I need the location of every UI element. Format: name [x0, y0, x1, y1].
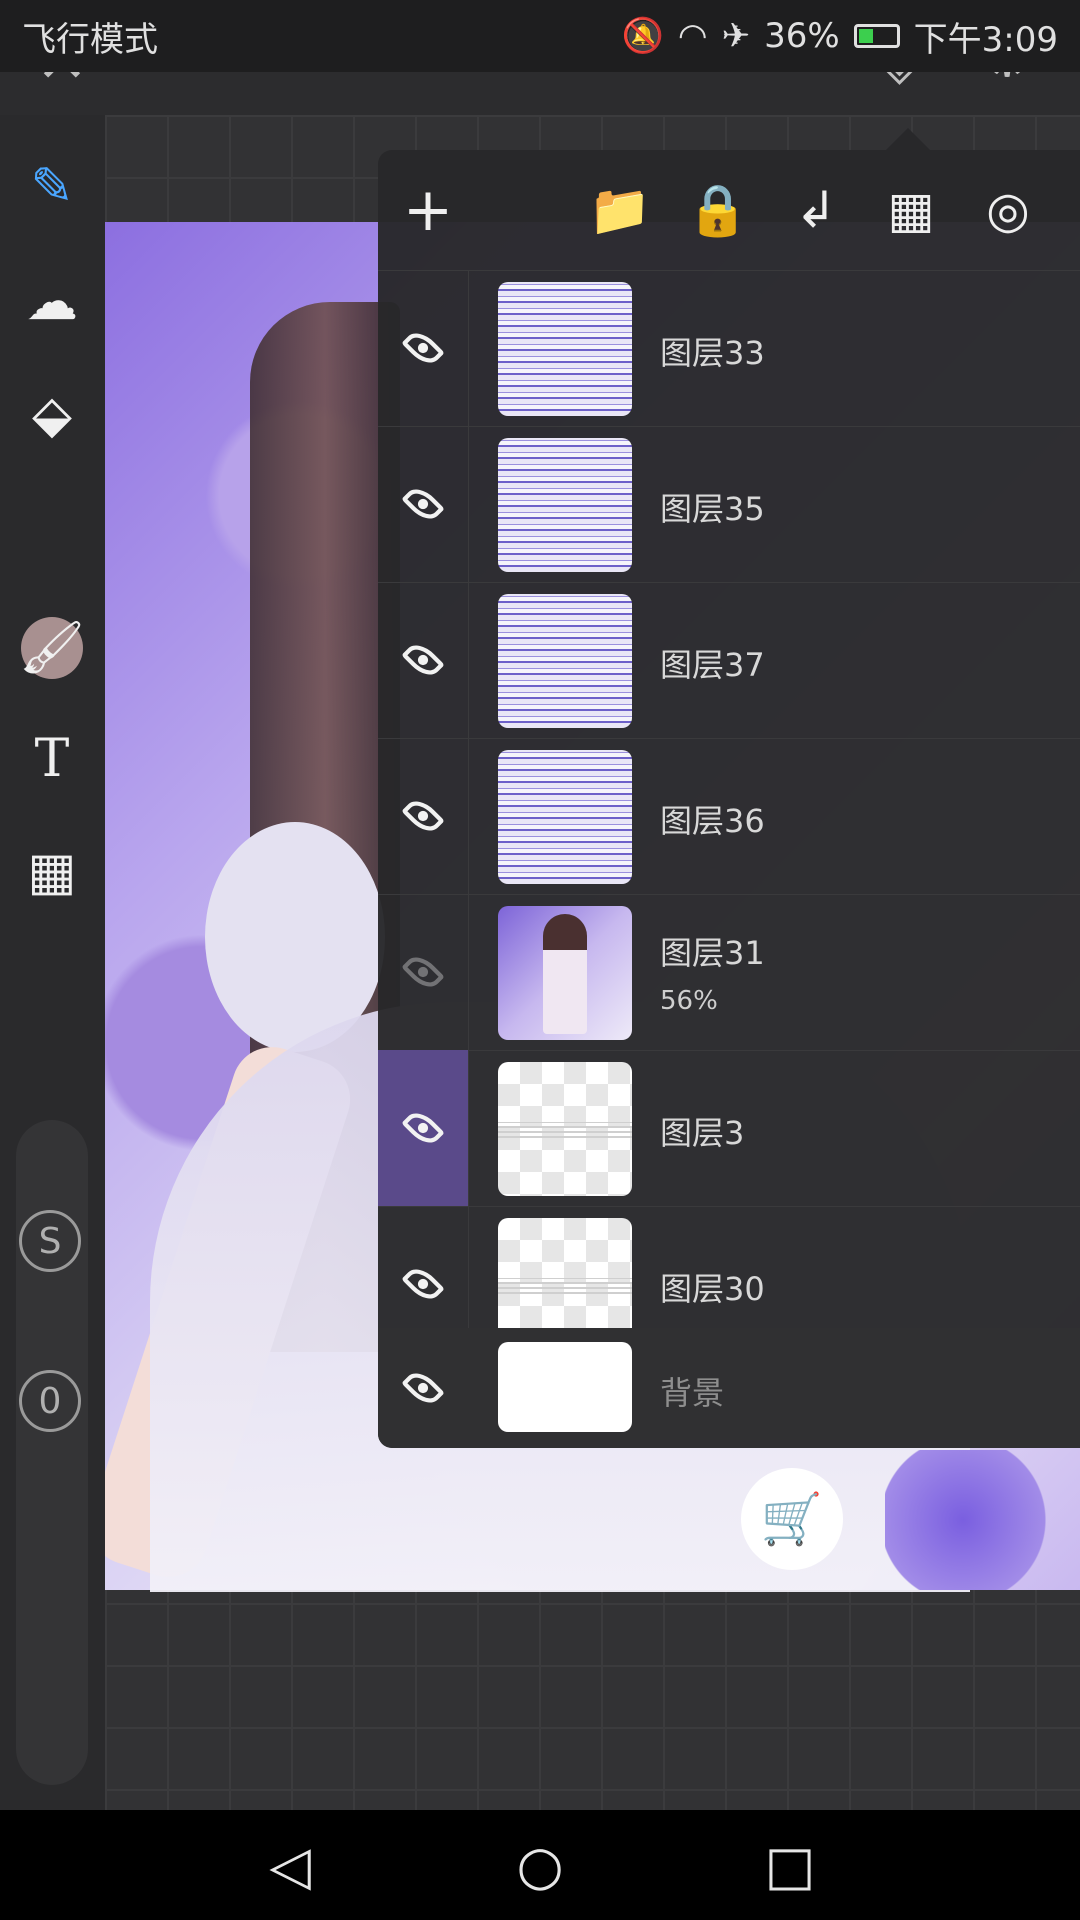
layer-name: 图层35: [660, 490, 765, 528]
layer-thumbnail: [498, 594, 632, 728]
layer-thumbnail: [498, 282, 632, 416]
layer-name: 图层36: [660, 802, 765, 840]
grid-icon[interactable]: ▦: [20, 840, 84, 904]
pen-icon[interactable]: ✎: [20, 155, 84, 219]
layer-name: 图层33: [660, 334, 765, 372]
layer-row[interactable]: 图层33: [378, 270, 1080, 427]
layers-toolbar: + 📁 🔒 ↲ ▦ ◎: [378, 150, 1080, 271]
layer-row[interactable]: 图层3: [378, 1050, 1080, 1207]
folder-icon[interactable]: 📁: [589, 180, 651, 240]
background-layer-row[interactable]: 背景: [378, 1328, 1080, 1448]
battery-icon: [853, 24, 900, 48]
brush-icon[interactable]: 🖌: [19, 615, 85, 679]
lock-icon[interactable]: 🔒: [687, 180, 749, 240]
layer-row[interactable]: 图层31 56%: [378, 894, 1080, 1051]
status-icons: 🔕 ◠ ✈ 36% 下午3:09: [622, 12, 1058, 61]
add-layer-button[interactable]: +: [398, 175, 458, 245]
layer-row[interactable]: 图层37: [378, 582, 1080, 739]
clock: 下午3:09: [913, 19, 1058, 60]
airplane-mode-label: 飞行模式: [22, 19, 158, 60]
visibility-toggle[interactable]: [378, 270, 469, 426]
visibility-toggle[interactable]: [378, 582, 469, 738]
layer-thumbnail: [498, 1062, 632, 1196]
eye-icon: [401, 1106, 445, 1150]
eye-icon: [401, 326, 445, 370]
layer-name: 图层30: [660, 1270, 765, 1308]
visibility-toggle[interactable]: [378, 894, 469, 1050]
layers-panel-pointer: [886, 128, 930, 150]
size-badge[interactable]: S: [19, 1210, 81, 1272]
home-icon[interactable]: ○: [505, 1834, 575, 1897]
visibility-toggle[interactable]: [378, 1050, 469, 1206]
visibility-toggle[interactable]: [378, 426, 469, 582]
status-bar: 飞行模式 🔕 ◠ ✈ 36% 下午3:09: [0, 0, 1080, 72]
eye-icon: [401, 794, 445, 838]
layer-thumbnail: [498, 1342, 632, 1432]
visibility-toggle[interactable]: [378, 738, 469, 894]
cart-icon: 🛒: [760, 1489, 824, 1548]
layer-thumbnail: [498, 750, 632, 884]
layer-thumbnail: [498, 438, 632, 572]
shop-cart-button[interactable]: 🛒: [741, 1468, 843, 1570]
eye-icon: [401, 1366, 445, 1410]
layers-panel: + 📁 🔒 ↲ ▦ ◎ 图层33 图层35 图层37 图层36 图层31 56% 图层3 图层…: [378, 150, 1080, 1448]
airplane-icon: ✈: [721, 16, 751, 56]
layer-name: 图层31: [660, 934, 765, 972]
recents-icon[interactable]: □: [755, 1834, 825, 1897]
mute-icon: 🔕: [621, 16, 664, 56]
battery-percent: 36%: [764, 16, 840, 56]
wifi-icon: ◠: [677, 16, 708, 56]
layer-name: 背景: [660, 1374, 725, 1412]
eraser-icon[interactable]: ⬙: [20, 383, 84, 447]
smudge-icon[interactable]: ☁: [20, 270, 84, 334]
eye-off-icon: [401, 950, 445, 994]
layer-row[interactable]: 图层36: [378, 738, 1080, 895]
layer-name: 图层3: [660, 1114, 745, 1152]
artwork-flowers: [885, 1450, 1080, 1590]
merge-down-icon[interactable]: ↲: [786, 180, 846, 240]
layer-row[interactable]: 图层35: [378, 426, 1080, 583]
eye-icon: [401, 482, 445, 526]
eye-icon: [401, 638, 445, 682]
eye-icon: [401, 1262, 445, 1306]
layer-opacity: 56%: [660, 986, 718, 1016]
visibility-toggle[interactable]: [378, 1328, 468, 1448]
navigation-bar: ◁ ○ □: [0, 1810, 1080, 1920]
text-icon[interactable]: T: [20, 727, 84, 791]
left-toolbar: ✎ ☁ ⬙ 🖌 T ▦ S 0: [0, 115, 105, 1810]
layer-thumbnail: [498, 906, 632, 1040]
opacity-badge[interactable]: 0: [19, 1370, 81, 1432]
target-icon[interactable]: ◎: [978, 180, 1038, 240]
back-icon[interactable]: ◁: [255, 1834, 325, 1897]
layer-name: 图层37: [660, 646, 765, 684]
transparency-icon[interactable]: ▦: [881, 180, 941, 240]
